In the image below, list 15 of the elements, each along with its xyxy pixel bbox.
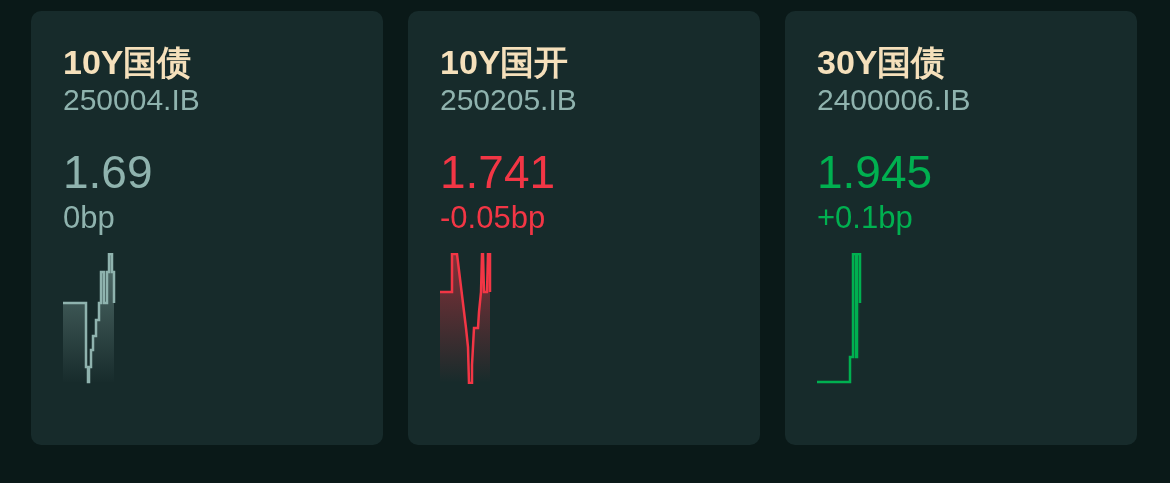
yield-change: +0.1bp — [817, 200, 914, 236]
bond-code: 250004.IB — [63, 82, 201, 118]
quote-card[interactable]: 10Y国债 250004.IB 1.69 0bp — [31, 11, 383, 445]
yield-change: 0bp — [63, 200, 116, 236]
bond-name: 10Y国债 — [63, 43, 193, 81]
yield-change: -0.05bp — [440, 200, 547, 236]
yield-value: 1.741 — [440, 146, 557, 198]
yield-value: 1.69 — [63, 146, 154, 198]
yield-value: 1.945 — [817, 146, 934, 198]
bond-code: 2400006.IB — [817, 82, 972, 118]
quote-card[interactable]: 10Y国开 250205.IB 1.741 -0.05bp — [408, 11, 760, 445]
quote-card[interactable]: 30Y国债 2400006.IB 1.945 +0.1bp — [785, 11, 1137, 445]
bond-code: 250205.IB — [440, 82, 578, 118]
bond-name: 30Y国债 — [817, 43, 947, 81]
bond-name: 10Y国开 — [440, 43, 570, 81]
